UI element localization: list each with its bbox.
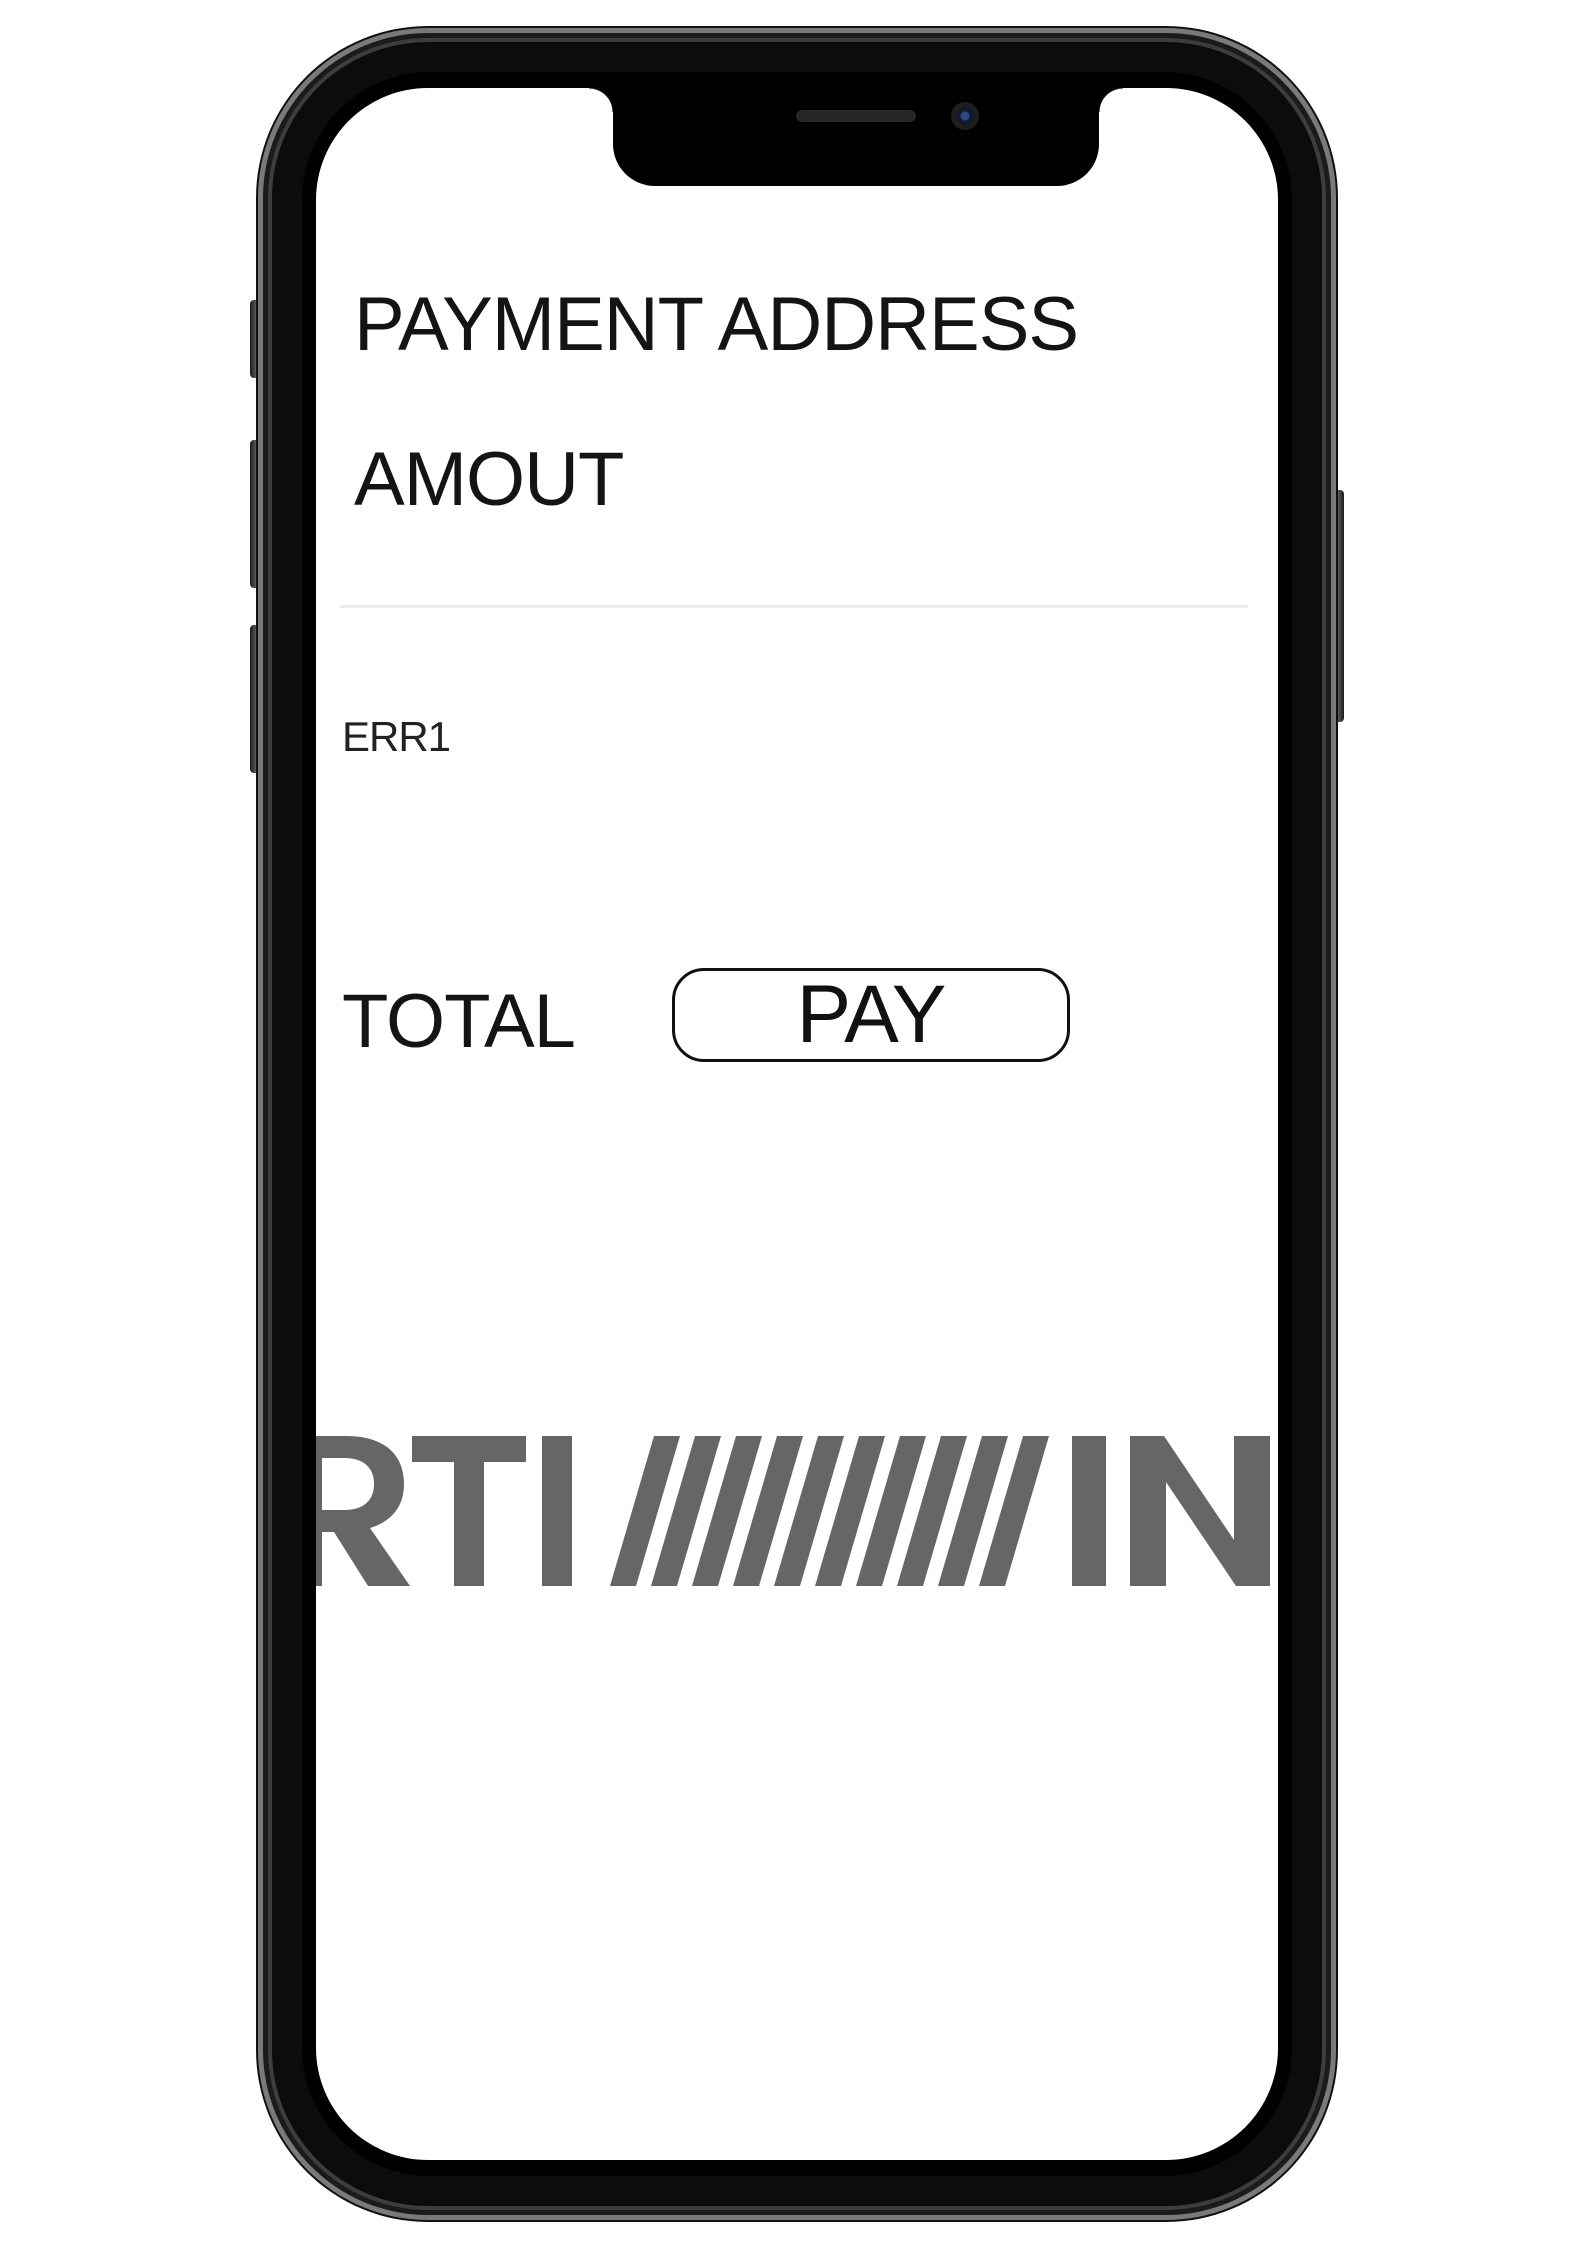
payment-address-field[interactable]: PAYMENT ADDRESS bbox=[354, 281, 1079, 368]
pay-button-label: PAY bbox=[796, 969, 947, 1060]
error-message: ERR1 bbox=[342, 713, 451, 760]
speaker-grille bbox=[796, 110, 916, 122]
notch bbox=[589, 88, 1123, 186]
phone-mockup: PAYMENT ADDRESS AMOUT ERR1 TOTAL PAY bbox=[0, 0, 1587, 2245]
app-screen: PAYMENT ADDRESS AMOUT ERR1 TOTAL PAY bbox=[316, 88, 1278, 2160]
amount-field[interactable]: AMOUT bbox=[354, 436, 624, 523]
divider bbox=[340, 605, 1248, 608]
pay-button[interactable]: PAY bbox=[672, 968, 1070, 1062]
front-camera-icon bbox=[951, 102, 979, 130]
phone-frame: PAYMENT ADDRESS AMOUT ERR1 TOTAL PAY bbox=[258, 28, 1336, 2220]
total-label: TOTAL bbox=[342, 979, 576, 1064]
brand-logo bbox=[316, 1436, 1270, 1586]
